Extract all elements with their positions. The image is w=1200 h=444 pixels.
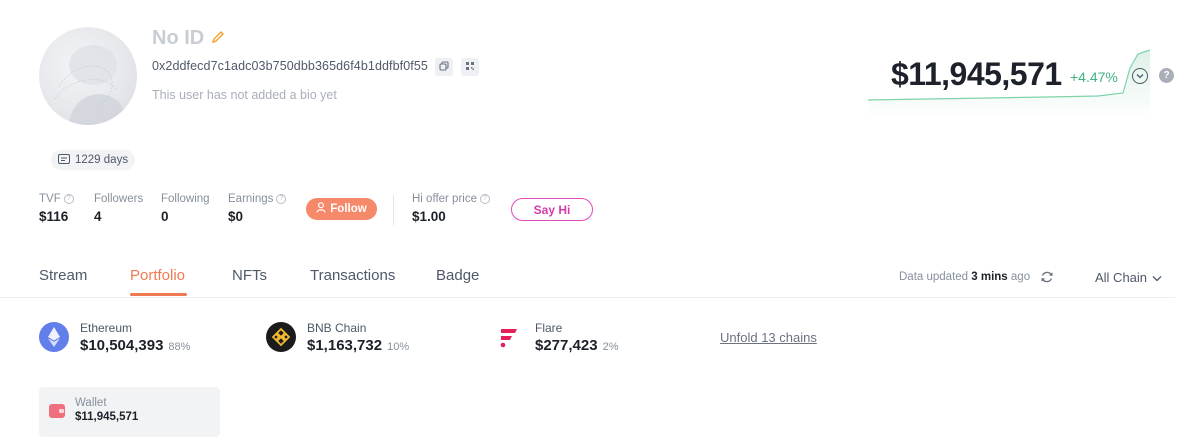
updated-time: 3 mins	[971, 271, 1008, 283]
copy-icon	[439, 58, 449, 76]
tab-badge[interactable]: Badge	[436, 267, 479, 284]
earnings-label: Earnings	[228, 193, 274, 205]
say-hi-button[interactable]: Say Hi	[511, 198, 593, 221]
edit-icon[interactable]	[211, 30, 225, 44]
user-icon	[316, 202, 326, 216]
stat-earnings: Earnings? $0	[228, 193, 287, 224]
updated-prefix: Data updated	[899, 271, 969, 283]
qr-code-button[interactable]	[461, 58, 479, 76]
wallet-value: $11,945,571	[75, 411, 139, 423]
active-tab-indicator	[130, 293, 187, 296]
chain-value: $10,504,393	[80, 337, 164, 354]
help-icon[interactable]: ?	[63, 194, 74, 204]
wallet-label: Wallet	[75, 397, 107, 409]
chain-percent: 2%	[602, 341, 619, 353]
tab-portfolio[interactable]: Portfolio	[130, 267, 185, 284]
wallet-address: 0x2ddfecd7c1adc03b750dbb365d6f4b1ddfbf0f…	[152, 59, 428, 73]
ethereum-icon	[39, 322, 69, 352]
refresh-icon[interactable]	[1040, 270, 1054, 284]
flare-icon	[494, 322, 524, 352]
chevron-down-icon	[1152, 270, 1162, 285]
chain-percent: 10%	[387, 341, 410, 353]
calendar-icon	[58, 153, 70, 167]
tvf-value: $116	[39, 209, 69, 224]
profile-name: No ID	[152, 27, 205, 49]
follow-label: Follow	[330, 203, 367, 215]
earnings-value: $0	[228, 209, 244, 224]
wallet-icon	[49, 404, 65, 418]
help-icon[interactable]: ?	[276, 194, 287, 204]
copy-address-button[interactable]	[435, 58, 453, 76]
stat-hi-offer: Hi offer price? $1.00	[412, 193, 490, 224]
chain-value: $1,163,732	[307, 337, 383, 354]
tabs-divider	[0, 297, 1175, 298]
unfold-chains-link[interactable]: Unfold 13 chains	[720, 330, 817, 345]
profile-bio: This user has not added a bio yet	[152, 88, 337, 102]
help-icon[interactable]: ?	[1159, 68, 1174, 83]
tab-nfts[interactable]: NFTs	[232, 267, 267, 284]
updated-suffix: ago	[1010, 271, 1031, 283]
following-value: 0	[161, 209, 169, 224]
help-icon[interactable]: ?	[479, 194, 490, 204]
stat-followers[interactable]: Followers 4	[94, 193, 143, 224]
tab-transactions[interactable]: Transactions	[310, 267, 395, 284]
following-label: Following	[161, 193, 210, 205]
stat-tvf: TVF? $116	[39, 193, 74, 224]
stat-following[interactable]: Following 0	[161, 193, 210, 224]
followers-value: 4	[94, 209, 102, 224]
tvf-label: TVF	[39, 193, 61, 205]
chain-name: BNB Chain	[307, 321, 367, 335]
chain-name: Flare	[535, 321, 563, 335]
account-age-text: 1229 days	[75, 154, 129, 166]
avatar	[39, 27, 137, 125]
chain-filter-dropdown[interactable]: All Chain	[1095, 270, 1162, 285]
divider	[393, 195, 394, 225]
chain-filter-label: All Chain	[1095, 270, 1148, 285]
account-age-badge: 1229 days	[51, 150, 136, 170]
follow-button[interactable]: Follow	[306, 198, 377, 220]
chain-value: $277,423	[535, 337, 598, 354]
qr-code-icon	[465, 58, 475, 76]
hi-offer-value: $1.00	[412, 209, 446, 224]
chain-name: Ethereum	[80, 321, 133, 335]
data-updated-text: Data updated 3 mins ago	[899, 271, 1030, 283]
followers-label: Followers	[94, 193, 144, 205]
tab-stream[interactable]: Stream	[39, 267, 87, 284]
hi-offer-label: Hi offer price	[412, 193, 477, 205]
wallet-card[interactable]: Wallet $11,945,571	[39, 387, 220, 437]
chevron-down-icon[interactable]	[1132, 68, 1148, 84]
net-worth-total: $11,945,571	[891, 56, 1062, 92]
bnb-chain-icon	[266, 322, 296, 352]
chain-percent: 88%	[168, 341, 191, 353]
net-worth-change: +4.47%	[1070, 69, 1118, 85]
